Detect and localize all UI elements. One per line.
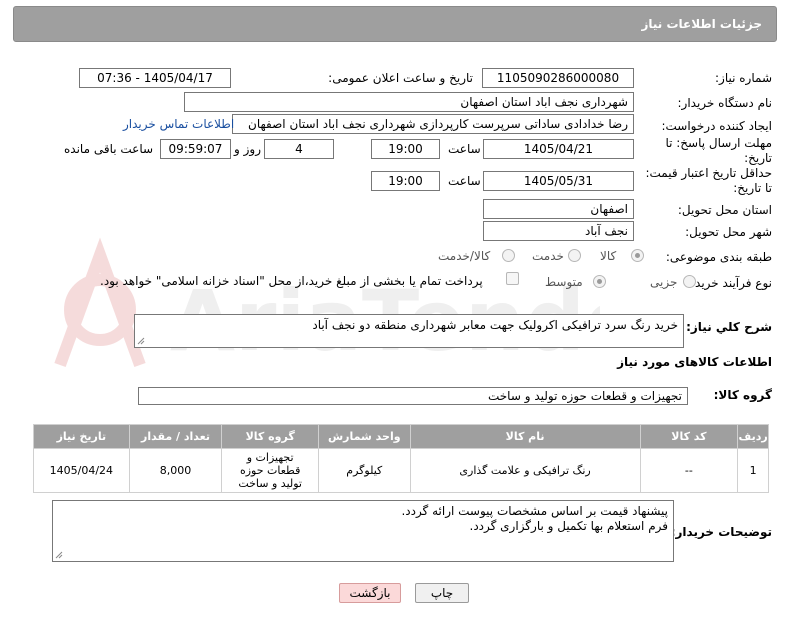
- treasury-payment-checkbox[interactable]: [506, 272, 519, 285]
- cell-name: رنگ ترافیکی و علامت گذاری: [409, 448, 641, 493]
- goods-group-label: گروه کالا:: [713, 388, 772, 402]
- cell-date: 1405/04/24: [33, 448, 130, 493]
- process-option-medium: متوسط: [545, 275, 583, 289]
- buyer-org-label: نام دستگاه خریدار:: [677, 96, 773, 110]
- creator-field: رضا خدادادی ساداتی سرپرست کارپردازی شهرد…: [232, 114, 634, 134]
- description-text: خرید رنگ سرد ترافیکی اکرولیک جهت معابر ش…: [312, 318, 678, 332]
- print-button[interactable]: چاپ: [415, 583, 469, 603]
- col-unit: واحد شمارش: [318, 424, 411, 449]
- deadline-date-field: 1405/04/21: [483, 139, 634, 159]
- deadline-time-label: ساعت: [448, 142, 481, 156]
- col-row: ردیف: [737, 424, 769, 449]
- col-group: گروه کالا: [221, 424, 319, 449]
- province-field: اصفهان: [483, 199, 634, 219]
- table-row: 1 -- رنگ ترافیکی و علامت گذاری کیلوگرم ت…: [33, 448, 769, 493]
- description-textarea: خرید رنگ سرد ترافیکی اکرولیک جهت معابر ش…: [134, 314, 684, 348]
- buyer-org-field: شهرداری نجف اباد استان اصفهان: [184, 92, 634, 112]
- watermark-logo: AriaTender.neT: [54, 237, 600, 370]
- remaining-label: ساعت باقی مانده: [64, 142, 154, 156]
- validity-date-field: 1405/05/31: [483, 171, 634, 191]
- items-table: ردیف کد کالا نام کالا واحد شمارش گروه کا…: [33, 424, 769, 493]
- city-label: شهر محل تحویل:: [685, 225, 772, 239]
- remaining-time-field: 09:59:07: [160, 139, 231, 159]
- process-radio-medium[interactable]: [593, 275, 606, 288]
- deadline-label: مهلت ارسال پاسخ: تا تاریخ:: [665, 136, 772, 165]
- validity-time-field: 19:00: [371, 171, 440, 191]
- col-date: تاریخ نیاز: [33, 424, 130, 449]
- cell-row: 1: [737, 448, 769, 493]
- page-title: جزئیات اطلاعات نیاز: [641, 17, 762, 31]
- cell-unit: کیلوگرم: [318, 448, 411, 493]
- cell-qty: 8,000: [128, 448, 223, 493]
- col-name: نام کالا: [409, 424, 641, 449]
- col-code: کد کالا: [639, 424, 739, 449]
- items-table-header-row: ردیف کد کالا نام کالا واحد شمارش گروه کا…: [33, 424, 769, 449]
- goods-group-field: تجهیزات و قطعات حوزه تولید و ساخت: [138, 387, 688, 405]
- goods-section-title: اطلاعات کالاهای مورد نیاز: [617, 355, 772, 369]
- need-number-field: 1105090286000080: [482, 68, 634, 88]
- category-radio-service[interactable]: [568, 249, 581, 262]
- days-label: روز و: [234, 142, 261, 156]
- category-label: طبقه بندی موضوعی:: [665, 250, 772, 264]
- category-option-goods: کالا: [600, 249, 617, 263]
- creator-label: ایجاد کننده درخواست:: [661, 119, 772, 133]
- deadline-time-field: 19:00: [371, 139, 440, 159]
- buyer-notes-line-2: فرم استعلام بها تکمیل و بارگزاری گردد.: [469, 519, 668, 533]
- need-number-label: شماره نیاز:: [715, 71, 772, 85]
- buyer-notes-textarea: پیشنهاد قیمت بر اساس مشخصات پیوست ارائه …: [52, 500, 674, 562]
- announce-label: تاریخ و ساعت اعلان عمومی:: [328, 71, 473, 85]
- description-label: شرح کلي نياز:: [686, 320, 772, 334]
- category-option-service: خدمت: [532, 249, 564, 263]
- buyer-notes-label: توضیحات خریدار:: [670, 525, 772, 539]
- process-radio-minor[interactable]: [683, 275, 696, 288]
- category-option-goods-service: کالا/خدمت: [438, 249, 491, 263]
- col-qty: تعداد / مقدار: [128, 424, 223, 449]
- resize-grip-icon[interactable]: [137, 337, 145, 345]
- contact-buyer-link[interactable]: اطلاعات تماس خریدار: [123, 117, 234, 131]
- cell-code: --: [639, 448, 739, 493]
- validity-label: حداقل تاریخ اعتبار قیمت: تا تاریخ:: [645, 166, 772, 195]
- province-label: استان محل تحویل:: [677, 203, 772, 217]
- buyer-notes-line-1: پیشنهاد قیمت بر اساس مشخصات پیوست ارائه …: [401, 504, 668, 518]
- category-radio-goods-service[interactable]: [502, 249, 515, 262]
- announce-field: 1405/04/17 - 07:36: [79, 68, 231, 88]
- process-label: نوع فرآیند خرید :: [687, 276, 772, 290]
- process-option-minor: جزیی: [650, 275, 678, 289]
- days-field: 4: [264, 139, 334, 159]
- city-field: نجف آباد: [483, 221, 634, 241]
- resize-grip-icon[interactable]: [55, 551, 63, 559]
- back-button[interactable]: بازگشت: [339, 583, 401, 603]
- page-header: جزئیات اطلاعات نیاز: [13, 6, 777, 42]
- cell-group: تجهیزات و قطعات حوزه تولید و ساخت: [221, 448, 319, 493]
- treasury-payment-note: پرداخت تمام یا بخشی از مبلغ خرید،از محل …: [100, 274, 483, 288]
- validity-time-label: ساعت: [448, 174, 481, 188]
- category-radio-goods[interactable]: [631, 249, 644, 262]
